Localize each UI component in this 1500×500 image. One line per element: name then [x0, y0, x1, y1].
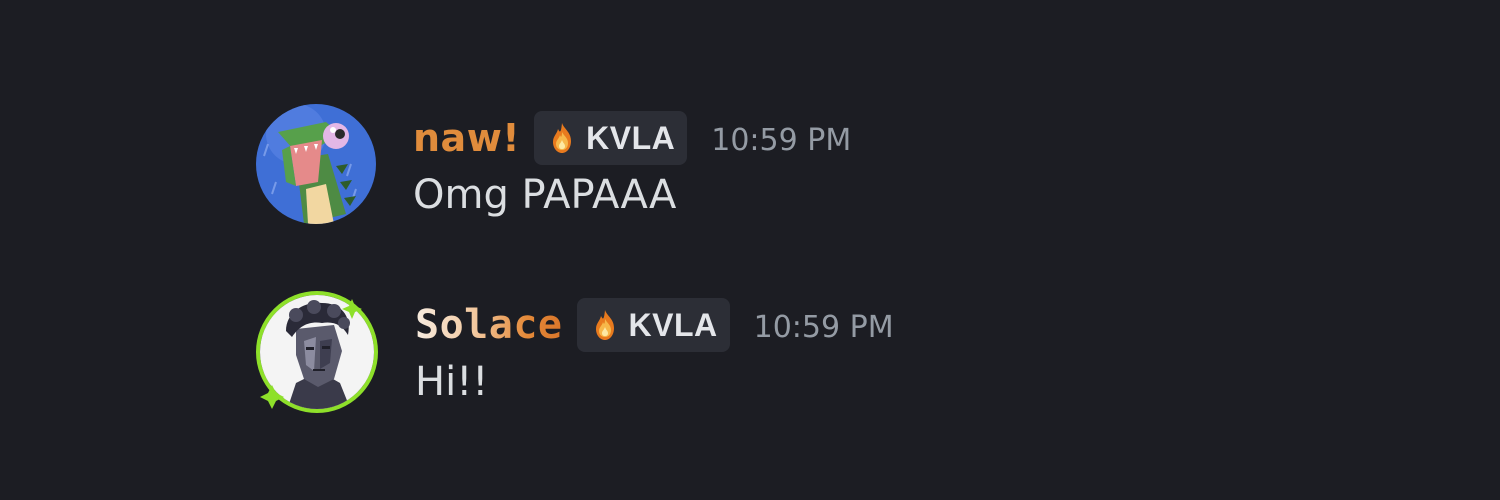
fire-icon [553, 123, 572, 153]
badge-label: KVLA [628, 306, 718, 343]
username[interactable]: Solace [415, 302, 563, 348]
server-tag-badge[interactable]: KVLA [534, 111, 688, 165]
badge-label: KVLA [586, 119, 676, 156]
timestamp: 10:59 PM [753, 309, 894, 345]
statue-avatar-icon [256, 291, 378, 413]
message-content: naw! KVLA 10:59 PM Omg PAPAAA [413, 104, 851, 218]
username[interactable]: naw! [413, 116, 520, 160]
message-header: naw! KVLA 10:59 PM [413, 110, 851, 166]
server-tag-badge[interactable]: KVLA [576, 298, 730, 352]
message-text: Omg PAPAAA [413, 172, 677, 218]
chat-messages: naw! KVLA 10:59 PM Omg PAPAAA Solace KVL… [0, 0, 1500, 500]
avatar[interactable] [256, 291, 378, 413]
message-item: naw! KVLA 10:59 PM Omg PAPAAA [256, 104, 851, 224]
timestamp: 10:59 PM [711, 122, 852, 158]
crocodile-avatar-icon [256, 104, 376, 224]
avatar[interactable] [256, 104, 376, 224]
message-text: Hi!! [415, 359, 489, 405]
message-content: Solace KVLA 10:59 PM Hi!! [415, 291, 894, 405]
fire-icon [595, 310, 614, 340]
message-header: Solace KVLA 10:59 PM [415, 297, 894, 353]
message-item: Solace KVLA 10:59 PM Hi!! [256, 291, 894, 413]
